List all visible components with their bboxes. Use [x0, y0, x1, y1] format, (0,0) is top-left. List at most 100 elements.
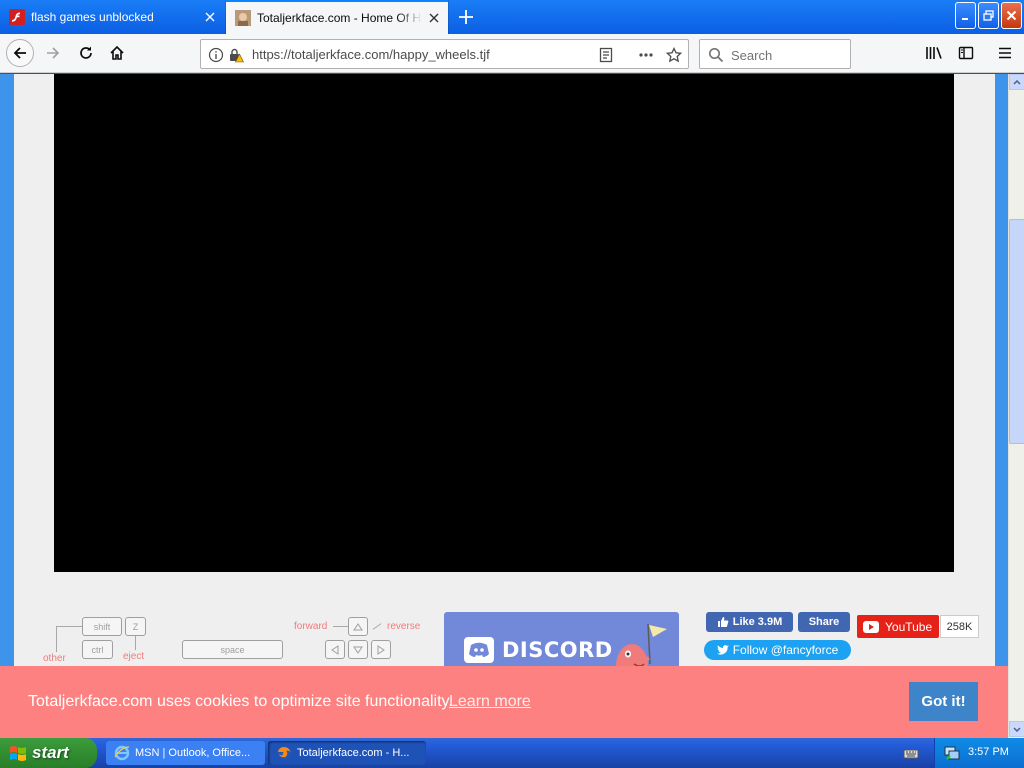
- scroll-down-button[interactable]: [1009, 721, 1024, 737]
- reader-view-icon[interactable]: [597, 46, 615, 64]
- library-icon: [926, 47, 942, 59]
- clock: 3:57 PM: [968, 746, 1009, 758]
- youtube-subscribe-button[interactable]: YouTube: [857, 615, 939, 638]
- network-icon[interactable]: [944, 745, 960, 766]
- lock-warning-icon[interactable]: [227, 46, 245, 64]
- twitter-follow-button[interactable]: Follow @fancyforce: [704, 640, 851, 660]
- tab-title: Totaljerkface.com - Home Of Happ: [257, 11, 422, 25]
- connector-line: [56, 626, 82, 627]
- taskbar-item-label: MSN | Outlook, Office...: [135, 747, 251, 759]
- reload-icon: [80, 46, 92, 59]
- start-label: start: [32, 743, 69, 762]
- restore-icon: [983, 10, 994, 21]
- taskbar-item-msn[interactable]: MSN | Outlook, Office...: [106, 741, 265, 765]
- tab-title: flash games unblocked: [31, 10, 154, 24]
- connector-line: [135, 636, 136, 650]
- game-canvas[interactable]: [54, 74, 954, 572]
- close-window-button[interactable]: [1001, 2, 1022, 29]
- close-icon: [1006, 10, 1017, 21]
- forward-button[interactable]: [39, 39, 67, 67]
- triangle-left-icon: [331, 644, 339, 655]
- flash-icon: [9, 9, 25, 25]
- search-icon: [707, 46, 725, 64]
- scroll-up-button[interactable]: [1009, 74, 1024, 90]
- twitter-bird-icon: [716, 645, 729, 655]
- home-button[interactable]: [103, 39, 131, 67]
- key-down-arrow: [348, 640, 368, 659]
- back-button[interactable]: [6, 39, 34, 67]
- minimize-button[interactable]: [955, 2, 976, 29]
- connector-line: [56, 626, 57, 652]
- firefox-icon: [277, 746, 291, 760]
- key-z: Z: [125, 617, 146, 636]
- triangle-right-icon: [377, 644, 385, 655]
- keyboard-icon[interactable]: [903, 746, 919, 765]
- new-tab-button[interactable]: [454, 5, 478, 29]
- cookie-message: Totaljerkface.com uses cookies to optimi…: [28, 693, 453, 710]
- search-bar[interactable]: Search: [699, 39, 851, 69]
- taskbar-item-label: Totaljerkface.com - H...: [297, 747, 410, 759]
- windows-logo-icon: [10, 746, 26, 761]
- page-content: shift Z ctrl space other eject forward r…: [0, 74, 1008, 738]
- search-placeholder: Search: [731, 48, 773, 63]
- sidebar-icon: [958, 46, 974, 60]
- triangle-down-icon: [353, 646, 363, 654]
- youtube-label: YouTube: [885, 619, 933, 634]
- youtube-play-icon: [863, 620, 879, 633]
- taskbar: start MSN | Outlook, Office... Totaljerk…: [0, 738, 1024, 768]
- menu-button[interactable]: [991, 39, 1019, 67]
- discord-label: DISCORD: [502, 638, 613, 662]
- sidebar-button[interactable]: [952, 39, 980, 67]
- plus-icon: [459, 10, 473, 24]
- minimize-icon: [961, 17, 968, 20]
- taskbar-item-firefox[interactable]: Totaljerkface.com - H...: [268, 741, 426, 765]
- tab-totaljerkface[interactable]: Totaljerkface.com - Home Of Happ: [226, 0, 448, 34]
- connector-line: [333, 626, 348, 627]
- label-forward: forward: [294, 621, 328, 632]
- bookmark-star-icon[interactable]: [665, 46, 683, 64]
- vertical-scrollbar[interactable]: [1008, 74, 1024, 738]
- url-bar[interactable]: https://totaljerkface.com/happy_wheels.t…: [200, 39, 689, 69]
- info-icon[interactable]: [207, 46, 225, 64]
- library-button[interactable]: [920, 39, 948, 67]
- triangle-up-icon: [353, 622, 363, 630]
- restore-button[interactable]: [978, 2, 999, 29]
- facebook-share-button[interactable]: Share: [798, 612, 850, 632]
- accept-cookies-button[interactable]: Got it!: [909, 682, 978, 721]
- discord-logo-icon: [464, 637, 494, 663]
- key-space: space: [182, 640, 283, 659]
- arrow-left-icon: [13, 47, 26, 59]
- site-favicon-icon: [235, 10, 251, 26]
- scroll-thumb[interactable]: [1009, 219, 1024, 444]
- key-up-arrow: [348, 617, 368, 636]
- learn-more-link[interactable]: Learn more: [449, 693, 531, 711]
- internet-explorer-icon: [114, 745, 130, 761]
- label-eject: eject: [123, 651, 145, 662]
- url-text: https://totaljerkface.com/happy_wheels.t…: [252, 47, 490, 62]
- facebook-like-label: Like 3.9M: [732, 616, 783, 628]
- hamburger-menu-icon: [999, 47, 1011, 59]
- tab-strip: flash games unblocked Totaljerkface.com …: [0, 0, 1024, 34]
- chevron-up-icon: [1013, 79, 1021, 85]
- key-right-arrow: [371, 640, 391, 659]
- start-button[interactable]: start: [0, 738, 97, 768]
- reload-button[interactable]: [72, 39, 100, 67]
- arrow-right-icon: [47, 47, 60, 59]
- facebook-like-button[interactable]: Like 3.9M: [706, 612, 793, 632]
- home-icon: [110, 45, 124, 60]
- close-tab-icon[interactable]: [202, 9, 218, 25]
- thumbs-up-icon: [717, 617, 729, 627]
- key-left-arrow: [325, 640, 345, 659]
- chevron-down-icon: [1013, 726, 1021, 732]
- navigation-toolbar: https://totaljerkface.com/happy_wheels.t…: [0, 34, 1024, 73]
- tab-flash-games[interactable]: flash games unblocked: [0, 0, 224, 34]
- label-reverse: reverse: [387, 621, 421, 632]
- key-ctrl: ctrl: [82, 640, 113, 659]
- twitter-label: Follow @fancyforce: [732, 643, 839, 657]
- page-actions-icon[interactable]: [637, 46, 655, 64]
- label-other: other: [43, 653, 66, 664]
- youtube-subscriber-count: 258K: [940, 615, 979, 638]
- key-shift: shift: [82, 617, 122, 636]
- close-tab-icon[interactable]: [426, 10, 442, 26]
- cookie-banner: Totaljerkface.com uses cookies to optimi…: [0, 666, 1008, 738]
